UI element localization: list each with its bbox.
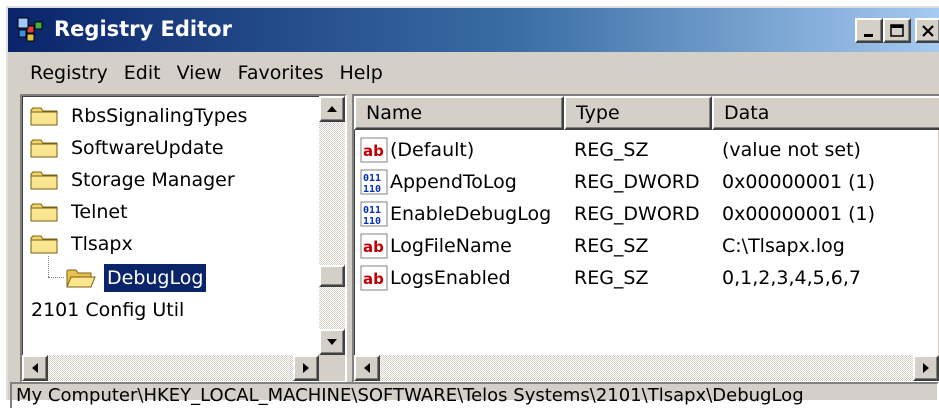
value-type: REG_SZ [574,139,649,161]
status-bar: My Computer\HKEY_LOCAL_MACHINE\SOFTWARE\… [10,382,939,408]
arrow-down-icon [327,339,337,345]
tree-item-label: SoftwareUpdate [71,137,224,159]
svg-text:011: 011 [363,205,381,216]
tree-item-label: DebugLog [102,263,208,293]
key-tree-pane[interactable]: RbsSignalingTypes SoftwareUpdate Storage… [20,94,347,383]
tree-item[interactable]: Storage Manager [30,164,238,196]
values-list-pane[interactable]: Name Type Data ab (Default) REG_SZ (valu… [352,94,939,383]
value-row[interactable]: 011 110 EnableDebugLog REG_DWORD 0x000000… [354,198,875,230]
minimize-icon [864,33,873,37]
tree-horizontal-scrollbar[interactable] [22,355,319,381]
value-type: REG_SZ [574,267,649,289]
folder-icon [30,235,58,254]
string-value-icon: ab [360,265,388,291]
value-name: LogFileName [390,235,512,257]
tree-item[interactable]: RbsSignalingTypes [30,100,250,132]
value-data: 0,1,2,3,4,5,6,7 [722,267,861,289]
menu-favorites[interactable]: Favorites [230,53,332,93]
registry-editor-icon [17,17,43,42]
maximize-icon [890,23,904,37]
title-bar[interactable]: Registry Editor [8,8,939,52]
value-name-cell: ab LogFileName [354,233,564,259]
scroll-left-button[interactable] [22,355,48,381]
scroll-up-button[interactable] [319,96,345,122]
scroll-right-button[interactable] [913,355,939,381]
tree-item[interactable]: Telnet [30,196,131,228]
close-button[interactable] [915,18,939,43]
svg-text:ab: ab [363,270,384,288]
arrow-up-icon [327,106,337,112]
string-value-icon: ab [360,233,388,259]
menu-bar: Registry Edit View Favorites Help [8,52,939,94]
svg-text:ab: ab [363,142,384,160]
arrow-left-icon [32,363,38,373]
value-data: 0x00000001 (1) [722,203,875,225]
string-value-icon: ab [360,137,388,163]
column-header-name[interactable]: Name [354,96,564,130]
scroll-thumb[interactable] [319,265,345,287]
tree-item-label: 2101 Config Util [31,299,185,321]
binary-value-icon: 011110 [360,201,388,227]
close-icon [922,24,934,37]
tree-item[interactable]: 2101 Config Util [28,294,187,326]
menu-registry[interactable]: Registry [22,53,116,93]
value-row[interactable]: ab (Default) REG_SZ (value not set) [354,134,861,166]
svg-text:110: 110 [363,184,381,195]
value-name-cell: ab LogsEnabled [354,265,564,291]
binary-value-icon: 011110 [360,169,388,195]
folder-icon [30,203,58,222]
scroll-left-button[interactable] [354,355,380,381]
folder-icon [30,171,58,190]
list-horizontal-scrollbar[interactable] [354,355,939,381]
svg-text:011: 011 [363,173,381,184]
folder-icon [30,107,58,126]
value-row[interactable]: ab LogFileName REG_SZ C:\Tlsapx.log [354,230,845,262]
minimize-button[interactable] [855,18,883,43]
svg-text:ab: ab [363,238,384,256]
status-path: My Computer\HKEY_LOCAL_MACHINE\SOFTWARE\… [16,385,804,406]
menu-edit[interactable]: Edit [116,53,169,93]
value-type: REG_DWORD [574,171,700,193]
column-header-data[interactable]: Data [712,96,939,130]
value-type: REG_SZ [574,235,649,257]
tree-connector [48,277,64,278]
arrow-left-icon [364,363,370,373]
value-data: (value not set) [722,139,861,161]
tree-vertical-scrollbar[interactable] [319,96,345,355]
menu-view[interactable]: View [169,53,230,93]
tree-item-label: RbsSignalingTypes [71,105,248,127]
arrow-right-icon [923,363,929,373]
tree-item[interactable]: SoftwareUpdate [30,132,227,164]
value-name: AppendToLog [390,171,517,193]
value-data: C:\Tlsapx.log [722,235,845,257]
window-title: Registry Editor [54,17,232,41]
value-name-cell: ab (Default) [354,137,564,163]
value-name-cell: 011 110 EnableDebugLog [354,201,564,227]
tree-item-selected[interactable]: DebugLog [66,262,208,294]
value-data: 0x00000001 (1) [722,171,875,193]
menu-help[interactable]: Help [332,53,391,93]
scroll-corner [319,355,345,381]
column-header-type[interactable]: Type [564,96,712,130]
value-name: (Default) [390,139,475,161]
open-folder-icon [66,269,96,288]
folder-icon [30,139,58,158]
scroll-right-button[interactable] [293,355,319,381]
tree-item-label: Tlsapx [71,233,133,255]
registry-editor-window: Registry Editor Registry Edit View Favor… [6,6,939,408]
scroll-down-button[interactable] [319,329,345,355]
value-name-cell: 011 110 AppendToLog [354,169,564,195]
tree-item-label: Telnet [71,201,128,223]
tree-item-label: Storage Manager [71,169,235,191]
arrow-right-icon [303,363,309,373]
value-name: EnableDebugLog [390,203,552,225]
value-name: LogsEnabled [390,267,511,289]
tree-item[interactable]: Tlsapx [30,228,136,260]
value-type: REG_DWORD [574,203,700,225]
value-row[interactable]: 011 110 AppendToLog REG_DWORD 0x00000001 … [354,166,875,198]
svg-text:110: 110 [363,216,381,227]
list-header: Name Type Data [354,96,939,130]
value-row[interactable]: ab LogsEnabled REG_SZ 0,1,2,3,4,5,6,7 [354,262,861,294]
maximize-button[interactable] [883,18,911,43]
